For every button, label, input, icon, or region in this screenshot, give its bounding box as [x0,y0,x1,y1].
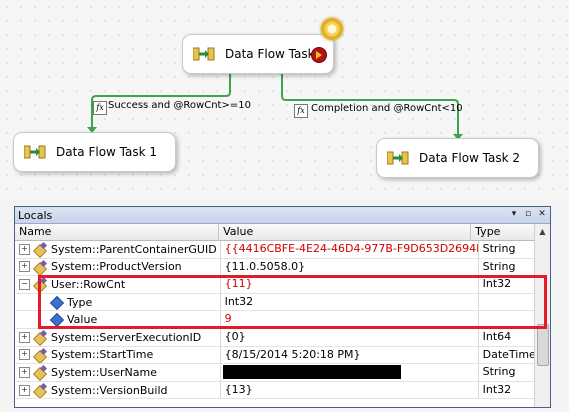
locals-title: Locals [18,208,53,222]
expression-fx-icon[interactable]: fx [294,104,308,118]
highlight-box [38,275,547,329]
collapse-icon[interactable]: − [19,278,30,290]
variable-value[interactable]: {0} [221,328,479,346]
control-flow-canvas[interactable]: Data Flow Task Data Flow Task 1 Data Flo… [0,0,569,200]
variable-type: String [482,365,516,379]
table-row[interactable]: + System::ProductVersion {11.0.5058.0} St… [15,258,534,277]
table-row[interactable]: + System::StartTime {8/15/2014 5:20:18 PM… [15,346,534,365]
expression-fx-icon[interactable]: fx [93,101,107,115]
table-row[interactable]: + System::ServerExecutionID {0} Int64 [15,328,534,347]
table-row[interactable]: + System::ParentContainerGUID {{4416CBFE-… [15,241,534,259]
constraint-label-completion[interactable]: Completion and @RowCnt<10 [311,103,463,114]
scroll-up-icon[interactable]: ▲ [535,224,550,239]
pin-icon[interactable]: ▫ [522,208,534,220]
column-header-name[interactable]: Name [15,224,220,240]
variable-name: System::ParentContainerGUID [51,242,217,256]
expand-icon[interactable]: + [19,384,30,396]
variable-type: String [482,259,516,273]
property-icon [34,331,47,343]
task-label: Data Flow Task 2 [419,151,521,165]
table-row[interactable]: + System::VersionBuild {13} Int32 [15,381,534,400]
expand-icon[interactable]: + [19,349,30,361]
variable-name: System::VersionBuild [51,383,168,397]
data-flow-task-1[interactable]: Data Flow Task 1 [13,132,176,172]
expand-icon[interactable]: + [19,261,30,273]
column-header-type[interactable]: Type [471,224,534,240]
variable-type: Int64 [482,329,512,343]
variable-type: DateTime [482,347,534,361]
data-flow-task[interactable]: Data Flow Task [182,34,334,74]
data-flow-task-icon [192,46,215,62]
property-icon [34,384,47,396]
property-icon [34,349,47,361]
execute-arrow-icon [311,47,327,63]
property-icon [34,366,47,378]
locals-titlebar[interactable]: Locals [15,207,550,224]
task-label: Data Flow Task 1 [56,145,158,159]
scroll-thumb[interactable] [537,324,549,366]
data-flow-task-icon [23,144,46,160]
dropdown-icon[interactable]: ▾ [508,208,520,220]
column-header-value[interactable]: Value [219,224,472,240]
variable-value[interactable]: {{4416CBFE-4E24-46D4-977B-F9D653D2694D}} [221,241,479,258]
expand-icon[interactable]: + [19,366,30,378]
task-label: Data Flow Task [225,47,315,61]
data-flow-task-icon [386,150,409,166]
variable-name: System::StartTime [51,348,154,362]
breakpoint-sun-icon [321,18,343,40]
expand-icon[interactable]: + [19,243,30,255]
property-icon [34,243,47,255]
expand-icon[interactable]: + [19,331,30,343]
redaction-bar [222,365,401,380]
variable-name: System::ServerExecutionID [51,330,202,344]
property-icon [34,261,47,273]
variable-name: System::ProductVersion [51,260,182,274]
grid-header: Name Value Type [15,224,534,241]
variable-type: Int32 [482,382,512,396]
table-row[interactable]: + System::UserName String [15,364,534,382]
variable-value-redacted[interactable] [221,364,479,381]
variable-value[interactable]: {13} [221,381,479,399]
window-controls: ▾ ▫ ✕ [508,208,548,220]
variable-value[interactable]: {8/15/2014 5:20:18 PM} [221,346,479,364]
close-icon[interactable]: ✕ [536,208,548,220]
data-flow-task-2[interactable]: Data Flow Task 2 [376,138,539,178]
constraint-label-success[interactable]: Success and @RowCnt>=10 [108,100,251,111]
variable-type: String [482,242,516,255]
variable-value[interactable]: {11.0.5058.0} [221,258,479,276]
variable-name: System::UserName [51,365,157,379]
